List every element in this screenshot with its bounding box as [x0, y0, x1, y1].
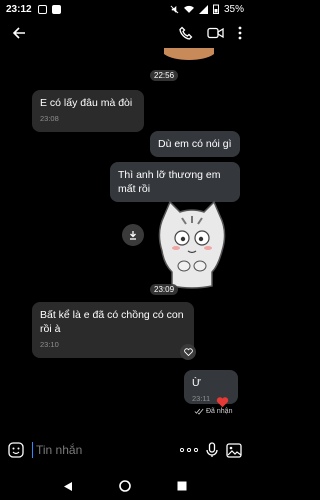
message-input[interactable]: Tin nhắn [32, 442, 172, 458]
nav-back-button[interactable] [63, 481, 73, 492]
message-list[interactable]: 22:56 E có lấy đâu mà đòi 23:08 Dù em có… [0, 48, 250, 428]
battery-icon [212, 4, 219, 14]
cat-sticker[interactable] [152, 196, 232, 291]
video-camera-icon [207, 27, 224, 39]
message-text: Dù em có nói gì [158, 138, 232, 150]
status-bar: 23:12 35% [0, 0, 250, 18]
download-button[interactable] [122, 224, 144, 246]
delivery-status-text: Đã nhận [206, 408, 233, 415]
voice-call-button[interactable] [179, 26, 193, 40]
notification-icon [51, 4, 61, 14]
emoji-icon [8, 442, 24, 458]
nav-recents-button[interactable] [177, 481, 187, 491]
message-text: Ừ [192, 377, 201, 389]
conversation-header [0, 18, 250, 48]
message-text: E có lấy đâu mà đòi [40, 97, 133, 109]
message-composer: Tin nhắn [0, 428, 250, 472]
message-text: Thì anh lỡ thương em mất rồi [118, 169, 221, 195]
sticker-partial [164, 48, 214, 60]
arrow-left-icon [12, 27, 25, 39]
message-text: Bất kể là e đã có chồng có con rồi à [40, 309, 184, 335]
message-bubble-incoming[interactable]: E có lấy đâu mà đòi 23:08 [32, 90, 144, 132]
timestamp: 22:56 [150, 70, 179, 81]
heart-reaction-icon [216, 397, 229, 408]
triangle-back-icon [64, 481, 72, 491]
gallery-button[interactable] [226, 442, 242, 458]
message-bubble-outgoing[interactable]: Ừ 23:11 [184, 370, 238, 404]
delivery-status: Đã nhận [194, 408, 232, 415]
battery-percent: 35% [223, 3, 244, 15]
microphone-icon [206, 442, 218, 457]
status-time: 23:12 [6, 3, 32, 15]
system-nav-bar [0, 472, 250, 500]
message-time: 23:10 [40, 340, 59, 349]
back-button[interactable] [8, 22, 30, 44]
nav-home-button[interactable] [119, 480, 131, 492]
voice-message-button[interactable] [206, 442, 218, 458]
circle-home-icon [119, 480, 131, 492]
react-button[interactable] [180, 344, 196, 360]
timestamp: 23:09 [150, 284, 179, 295]
phone-icon [179, 26, 193, 40]
message-bubble-outgoing[interactable]: Dù em có nói gì [150, 131, 240, 157]
more-vertical-icon [238, 26, 242, 40]
emoji-button[interactable] [8, 442, 24, 458]
signal-icon [198, 4, 208, 14]
square-recents-icon [177, 481, 187, 491]
more-input-options-button[interactable] [180, 448, 198, 452]
heart-outline-icon [183, 348, 193, 356]
more-options-button[interactable] [238, 26, 242, 40]
notification-icon [37, 4, 47, 14]
double-check-icon [194, 408, 204, 415]
mute-icon [170, 5, 179, 13]
image-icon [226, 442, 242, 458]
video-call-button[interactable] [207, 27, 224, 39]
more-horizontal-icon [180, 448, 198, 452]
message-time: 23:08 [40, 114, 59, 123]
message-bubble-incoming[interactable]: Bất kể là e đã có chồng có con rồi à 23:… [32, 302, 194, 358]
wifi-icon [183, 5, 194, 13]
download-icon [130, 231, 136, 240]
